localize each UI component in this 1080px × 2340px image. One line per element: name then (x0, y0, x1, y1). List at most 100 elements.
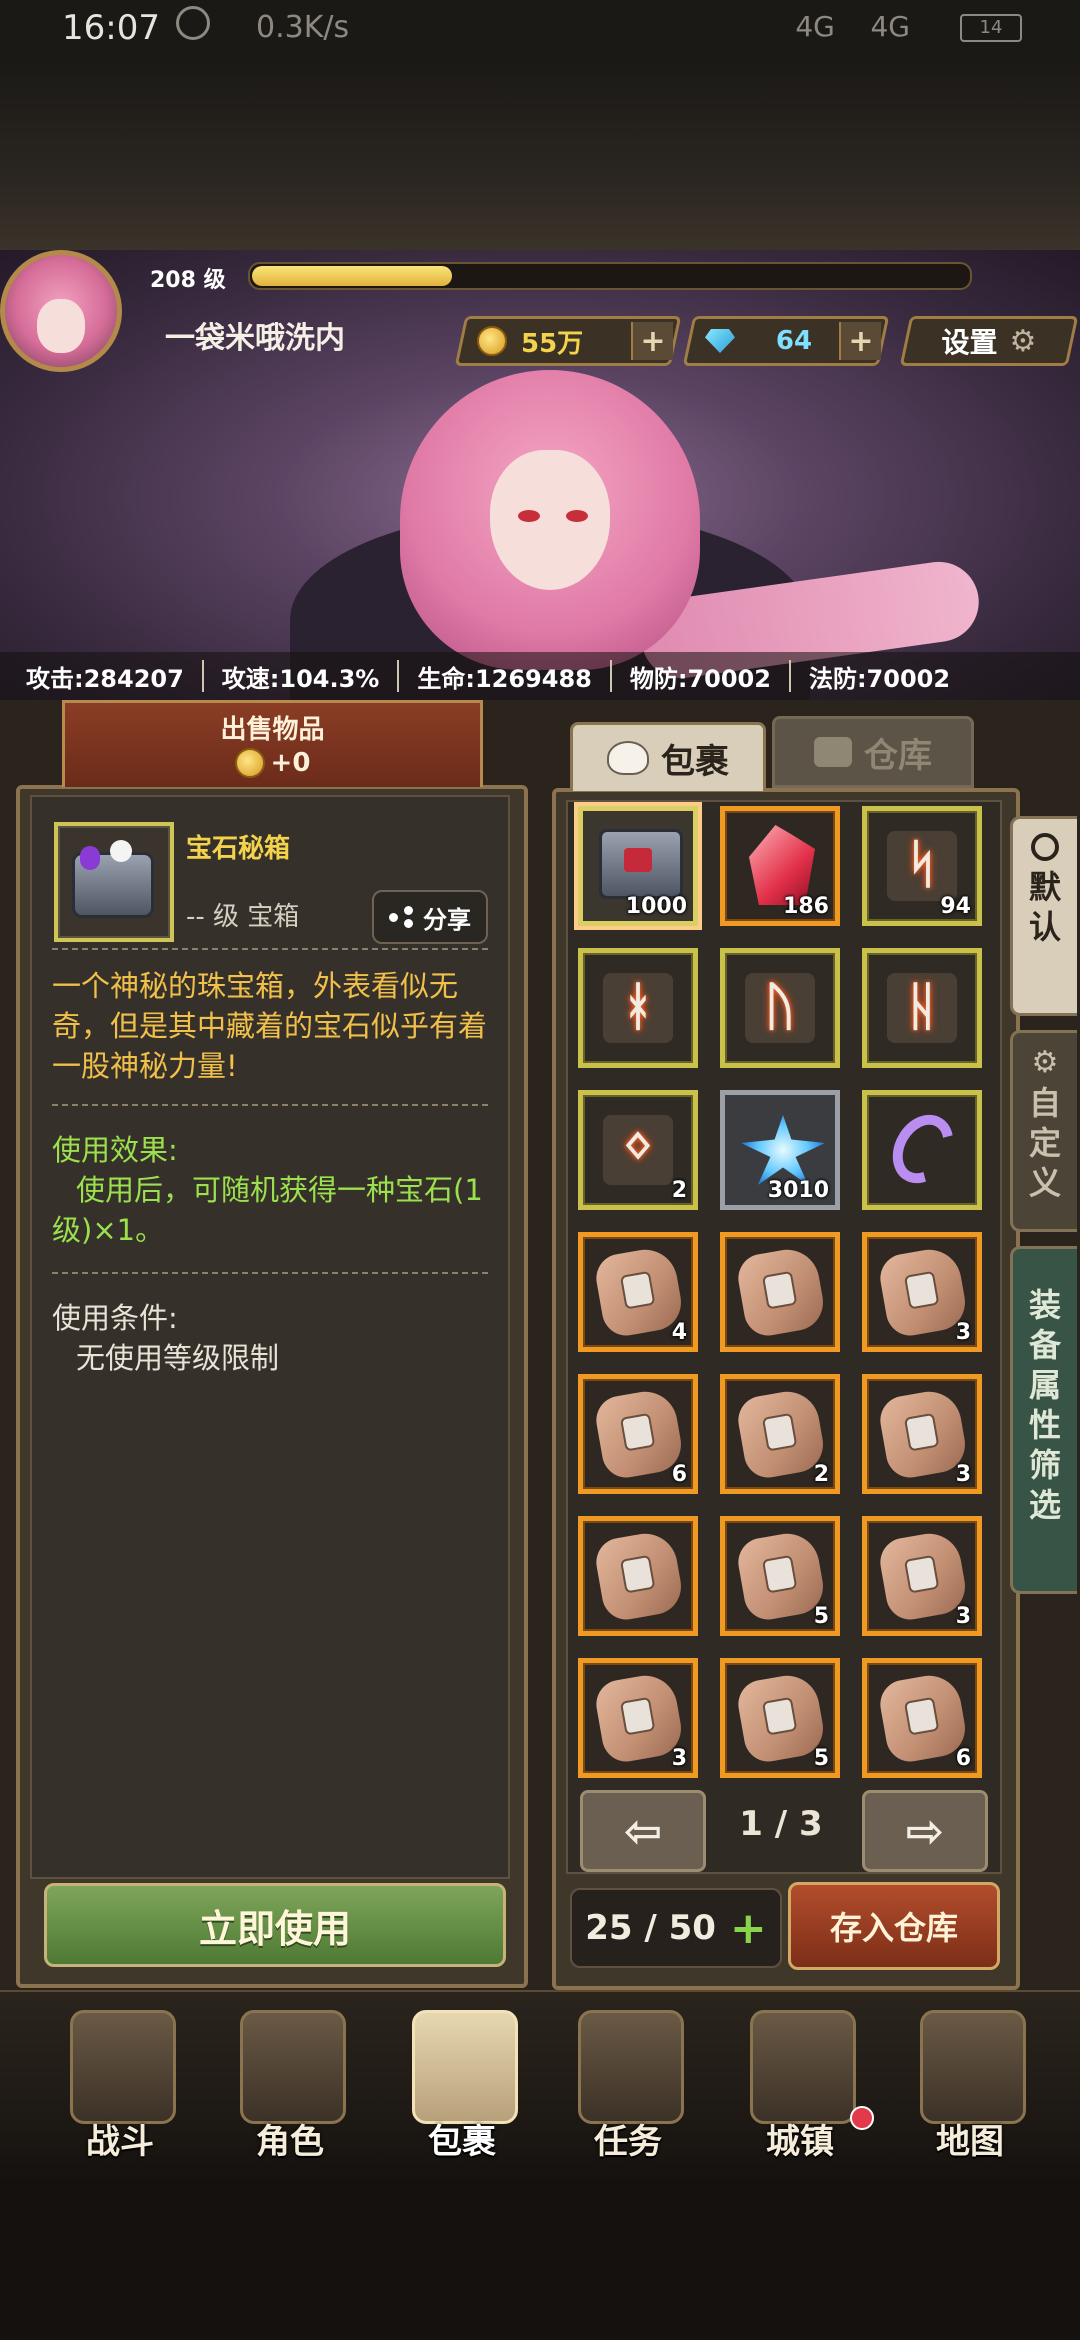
inventory-slot[interactable]: 6 (578, 1374, 698, 1494)
map-icon (920, 2010, 1026, 2124)
inventory-slot[interactable]: 5 (720, 1516, 840, 1636)
nav-map[interactable]: 地图 (890, 2000, 1050, 2170)
item-quantity: 2 (671, 1178, 687, 1203)
inventory-slot[interactable]: 1000 (578, 806, 698, 926)
coin-icon (477, 326, 507, 356)
status-bar: 16:07 0.3K/s 4G 4G 14 (0, 0, 1080, 60)
nav-quests[interactable]: 任务 (548, 2000, 708, 2170)
arrow-right-icon: ⇨ (905, 1804, 945, 1858)
ice-crystal-icon (741, 1115, 825, 1185)
sell-item-button[interactable]: 出售物品 +0 (62, 700, 483, 787)
stat-magic-defense: 法防:70002 (808, 664, 951, 693)
nav-map-label: 地图 (936, 2122, 1004, 2162)
item-description: 一个神秘的珠宝箱，外表看似无奇，但是其中藏着的宝石似乎有着一股神秘力量! (52, 969, 488, 1083)
side-tab-equip-filter[interactable]: 装 备 属 性 筛 选 (1010, 1246, 1077, 1594)
divider (52, 1104, 488, 1106)
prev-page-button[interactable]: ⇦ (580, 1790, 706, 1872)
gold-value: 55万 (521, 328, 584, 359)
inventory-slot[interactable]: 3010 (720, 1090, 840, 1210)
rune-glyph: ᛜ (622, 1119, 654, 1179)
item-quantity: 2 (813, 1462, 829, 1487)
inventory-grid: 1000 186 ᛋ 94 ᚼ ᚢ ᚺ ᛜ 2 3010 4 3 6 2 3 5 3 3 5 6 (578, 806, 986, 1778)
inventory-slot[interactable] (720, 1232, 840, 1352)
inventory-slot[interactable]: 6 (862, 1658, 982, 1778)
warehouse-icon (814, 737, 852, 767)
inventory-slot[interactable]: ᛜ2 (578, 1090, 698, 1210)
condition-title: 使用条件: (52, 1301, 178, 1335)
use-now-button[interactable]: 立即使用 (44, 1883, 506, 1967)
red-crystal-icon (749, 825, 815, 905)
inventory-slot[interactable]: 186 (720, 806, 840, 926)
battery-icon: 14 (960, 14, 1022, 42)
tab-bag[interactable]: 包裹 (570, 722, 766, 791)
nav-quests-label: 任务 (594, 2122, 662, 2162)
settings-label: 设置 (941, 326, 998, 359)
stats-strip: 攻击:284207 攻速:104.3% 生命:1269488 物防:70002 … (0, 652, 1080, 700)
item-quantity: 3 (671, 1746, 687, 1771)
gem-counter: 64 + (682, 316, 890, 366)
item-quantity: 5 (813, 1604, 829, 1629)
nav-battle[interactable]: 战斗 (40, 2000, 200, 2170)
inventory-slot[interactable]: 3 (578, 1658, 698, 1778)
inventory-slot[interactable]: 4 (578, 1232, 698, 1352)
rune-icon: ᛋ (887, 831, 957, 901)
gear-icon: ⚙ (1009, 323, 1037, 359)
effect-text: 使用后，可随机获得一种宝石(1级)×1。 (52, 1173, 483, 1247)
effect-title: 使用效果: (52, 1133, 178, 1167)
inventory-slot[interactable]: 3 (862, 1374, 982, 1494)
store-to-warehouse-button[interactable]: 存入仓库 (788, 1882, 1000, 1970)
player-avatar[interactable] (0, 250, 122, 372)
inventory-slot[interactable]: 3 (862, 1232, 982, 1352)
tab-warehouse[interactable]: 仓库 (772, 716, 974, 788)
backpack-icon (412, 2010, 518, 2124)
diamond-icon (705, 329, 735, 353)
side-tab-filter-label: 装 备 属 性 筛 选 (1028, 1286, 1061, 1524)
inventory-slot[interactable]: 5 (720, 1658, 840, 1778)
signal-indicators: 4G 4G (795, 10, 910, 43)
inventory-slot[interactable] (862, 1090, 982, 1210)
add-gold-button[interactable]: + (631, 322, 673, 360)
settings-button[interactable]: 设置 ⚙ (899, 316, 1079, 366)
next-page-button[interactable]: ⇨ (862, 1790, 988, 1872)
top-decoration (0, 60, 1080, 250)
tab-bag-label: 包裹 (661, 741, 729, 782)
sell-price: +0 (270, 748, 311, 778)
stone-tablet-icon (592, 1528, 686, 1624)
capacity-value: 25 / 50 (585, 1908, 716, 1948)
stat-attack: 攻击:284207 (26, 664, 184, 693)
share-button[interactable]: 分享 (372, 890, 488, 944)
arrow-left-icon: ⇦ (623, 1804, 663, 1858)
inventory-slot[interactable]: 3 (862, 1516, 982, 1636)
hero-face (490, 450, 610, 590)
helmet-icon (240, 2010, 346, 2124)
status-time: 16:07 (62, 8, 160, 48)
inventory-slot[interactable]: ᚺ (862, 948, 982, 1068)
inventory-slot[interactable] (578, 1516, 698, 1636)
status-net-speed: 0.3K/s (256, 10, 350, 45)
nav-battle-label: 战斗 (86, 2122, 154, 2162)
item-quantity: 3 (955, 1320, 971, 1345)
gear-icon: ⚙ (1031, 1045, 1059, 1080)
side-tab-custom[interactable]: ⚙ 自 定 义 (1010, 1030, 1077, 1232)
hero-eye-right (566, 510, 588, 522)
rune-icon: ᚢ (745, 973, 815, 1043)
side-tab-default[interactable]: 默 认 (1010, 816, 1077, 1016)
nav-character[interactable]: 角色 (210, 2000, 370, 2170)
item-quantity: 3010 (767, 1178, 829, 1203)
item-quantity: 5 (813, 1746, 829, 1771)
inventory-slot[interactable]: ᚢ (720, 948, 840, 1068)
inventory-slot[interactable]: 2 (720, 1374, 840, 1494)
inventory-slot[interactable]: ᛋ 94 (862, 806, 982, 926)
expand-capacity-button[interactable]: + (730, 1903, 767, 1954)
condition-text: 无使用等级限制 (76, 1341, 280, 1375)
item-quantity: 3 (955, 1604, 971, 1629)
scroll-icon (578, 2010, 684, 2124)
add-gems-button[interactable]: + (839, 322, 881, 360)
nav-town[interactable]: 城镇 (720, 2000, 880, 2170)
player-name: 一袋米哦洗内 (165, 321, 345, 356)
inventory-slot[interactable]: ᚼ (578, 948, 698, 1068)
page-indicator: 1 / 3 (739, 1804, 823, 1844)
signal-1-label: 4G (795, 10, 835, 43)
item-quantity: 94 (940, 894, 971, 919)
nav-bag[interactable]: 包裹 (382, 2000, 542, 2170)
